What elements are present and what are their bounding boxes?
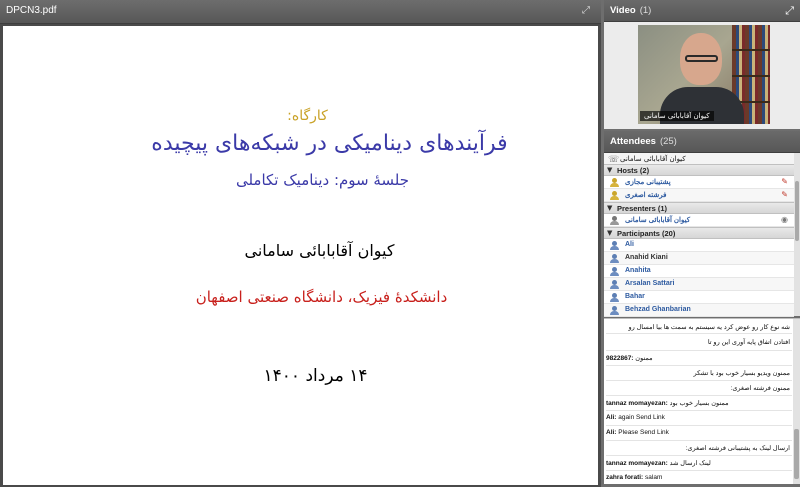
document-pane: DPCN3.pdf ⤢ کارگاه: فرآیندهای دینامیکی د… <box>0 0 601 487</box>
participant-row[interactable]: Bahar <box>604 291 794 304</box>
attendees-pane: Attendees (25) ☏ کیوان آقابابائی سامانی ▼… <box>604 131 800 317</box>
chat-message: ارسال لینک به پشتیبانی فرشته اصغری: <box>685 445 790 452</box>
participant-row[interactable]: Arsalan Sattari <box>604 278 794 291</box>
chat-message: ممنون فرشته اصغری: <box>730 385 790 392</box>
chat-message: zahra forati: salam <box>606 474 663 481</box>
attendees-header: Attendees (25) <box>604 131 800 153</box>
user-icon <box>610 293 619 302</box>
video-pane: Video (1) ⤢ کیوان آقابابائی سامانی <box>604 0 800 129</box>
chat-scroll-thumb[interactable] <box>794 429 799 479</box>
user-icon <box>610 254 619 263</box>
chat-message: 9822867: ممنون <box>606 355 653 362</box>
host-icon <box>610 191 619 200</box>
video-title: Video (1) <box>610 5 652 16</box>
user-icon <box>610 267 619 276</box>
user-icon <box>610 280 619 289</box>
presenter-icon <box>610 216 619 225</box>
webcam-icon: ◉ <box>781 215 788 224</box>
chat-message: Ali: Please Send Link <box>606 429 669 436</box>
presenter-row[interactable]: کیوان آقابابائی سامانی ◉ <box>604 214 794 227</box>
glasses <box>685 55 718 62</box>
chat-message: Ali: again Send Link <box>606 414 665 421</box>
attendees-scrollbar[interactable] <box>794 153 800 316</box>
webcam-video[interactable]: کیوان آقابابائی سامانی <box>638 25 770 124</box>
document-header: DPCN3.pdf ⤢ <box>0 0 601 24</box>
mic-icon: ✎ <box>781 177 788 186</box>
slide-session: جلسهٔ سوم: دینامیک تکاملی <box>235 171 410 189</box>
attendees-scroll-thumb[interactable] <box>795 181 799 241</box>
host-row[interactable]: پشتیبانی مجازی ✎ <box>604 176 794 189</box>
participant-row[interactable]: Anahid Kiani <box>604 252 794 265</box>
user-icon <box>610 306 619 315</box>
video-caption: کیوان آقابابائی سامانی <box>640 111 714 121</box>
attendees-title: Attendees (25) <box>610 136 677 147</box>
participant-row[interactable]: Ali <box>604 239 794 252</box>
chat-message: شه نوع کار رو عوض کرد یه سیستم به سمت ها… <box>628 324 790 331</box>
slide-author: کیوان آقابابائی سامانی <box>244 241 395 260</box>
caret-down-icon: ▼ <box>607 229 613 237</box>
slide-page: کارگاه: فرآیندهای دینامیکی در شبکه‌های پ… <box>3 26 598 485</box>
host-icon <box>610 178 619 187</box>
caret-down-icon: ▼ <box>607 204 613 212</box>
slide-title: فرآیندهای دینامیکی در شبکه‌های پیچیده <box>151 131 508 156</box>
caret-down-icon: ▼ <box>607 166 613 174</box>
chat-pane: شه نوع کار رو عوض کرد یه سیستم به سمت ها… <box>604 318 800 484</box>
host-row[interactable]: فرشته اصغری ✎ <box>604 189 794 202</box>
user-icon <box>610 241 619 250</box>
mic-icon: ✎ <box>781 190 788 199</box>
expand-icon[interactable]: ⤢ <box>785 4 794 18</box>
chat-message: ممنون ویدیو بسیار خوب بود با تشکر <box>693 370 790 377</box>
chat-message: tannaz momayezan: لینک ارسال شد <box>606 460 711 467</box>
video-header: Video (1) ⤢ <box>604 0 800 22</box>
chat-message: افتادن اتفاق پایه آوری این رو تا <box>707 339 790 346</box>
group-hosts[interactable]: ▼ Hosts (2) <box>604 164 794 176</box>
group-presenters[interactable]: ▼ Presenters (1) <box>604 202 794 214</box>
participant-row[interactable]: Anahita <box>604 265 794 278</box>
slide-affiliation: دانشکدهٔ فیزیک، دانشگاه صنعتی اصفهان <box>195 288 448 306</box>
my-name: کیوان آقابابائی سامانی <box>620 155 686 163</box>
fullscreen-icon[interactable]: ⤢ <box>582 5 590 16</box>
slide-workshop-label: کارگاه: <box>287 108 328 124</box>
slide-date: ۱۴ مرداد ۱۴۰۰ <box>263 366 368 386</box>
chat-scrollbar[interactable] <box>793 319 800 484</box>
document-filename: DPCN3.pdf <box>6 5 57 16</box>
participant-row[interactable]: Behzad Ghanbarian <box>604 304 794 317</box>
chat-message: tannaz momayezan: ممنون بسیار خوب بود <box>606 400 729 407</box>
group-participants[interactable]: ▼ Participants (20) <box>604 227 794 239</box>
